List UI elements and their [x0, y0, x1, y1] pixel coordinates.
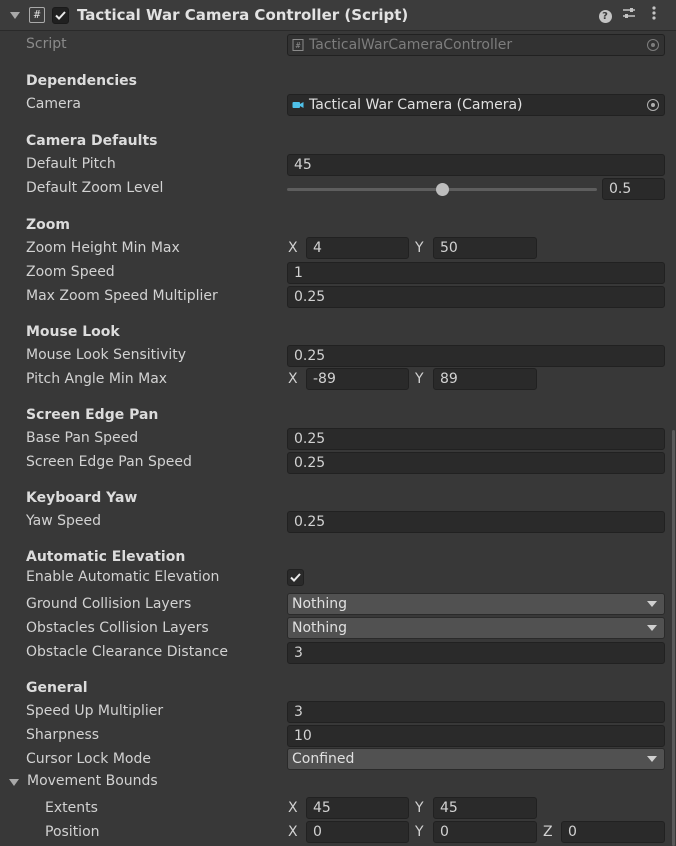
zoom-height-max-input[interactable]: 50 [433, 237, 537, 259]
section-screen-edge-pan: Screen Edge Pan [26, 407, 159, 423]
default-zoom-level-slider-thumb[interactable] [435, 183, 449, 196]
obstacle-clearance-distance-input[interactable]: 3 [287, 642, 665, 664]
ground-collision-layers-dropdown[interactable]: Nothing [287, 593, 665, 615]
yaw-speed-input[interactable]: 0.25 [287, 511, 665, 533]
movement-bounds-label[interactable]: Movement Bounds [27, 773, 158, 789]
component-title: Tactical War Camera Controller (Script) [77, 6, 409, 24]
presets-sliders-icon[interactable] [621, 6, 637, 24]
script-file-icon: # [292, 39, 304, 51]
axis-x-label: X [288, 240, 298, 256]
axis-y-label: Y [415, 240, 424, 256]
component-enabled-toggle[interactable] [52, 7, 69, 24]
section-automatic-elevation: Automatic Elevation [26, 549, 186, 565]
zoom-height-min-max-label: Zoom Height Min Max [26, 240, 180, 256]
zoom-height-min-input[interactable]: 4 [306, 237, 409, 259]
screen-edge-pan-speed-input[interactable]: 0.25 [287, 452, 665, 474]
default-pitch-input[interactable]: 45 [287, 154, 665, 176]
script-field-value: TacticalWarCameraController [309, 37, 513, 53]
component-foldout-icon[interactable] [10, 12, 20, 19]
chevron-down-icon [647, 625, 657, 631]
section-zoom: Zoom [26, 217, 70, 233]
default-zoom-level-input[interactable]: 0.5 [602, 178, 665, 200]
section-keyboard-yaw: Keyboard Yaw [26, 490, 138, 506]
extents-x-input[interactable]: 45 [306, 797, 409, 819]
camera-label: Camera [26, 96, 81, 112]
script-hash-icon: # [29, 7, 45, 23]
base-pan-speed-input[interactable]: 0.25 [287, 428, 665, 450]
zoom-speed-input[interactable]: 1 [287, 262, 665, 284]
script-field: # TacticalWarCameraController [287, 34, 665, 56]
enable-automatic-elevation-label: Enable Automatic Elevation [26, 569, 220, 585]
checkmark-icon [55, 11, 66, 20]
camera-field-value: Tactical War Camera (Camera) [309, 97, 523, 113]
cursor-lock-mode-value: Confined [292, 751, 355, 767]
mouse-look-sensitivity-input[interactable]: 0.25 [287, 345, 665, 367]
obstacles-collision-layers-label: Obstacles Collision Layers [26, 620, 209, 636]
speed-up-multiplier-input[interactable]: 3 [287, 701, 665, 723]
pitch-angle-min-input[interactable]: -89 [306, 368, 409, 390]
cursor-lock-mode-dropdown[interactable]: Confined [287, 748, 665, 770]
movement-bounds-foldout-icon[interactable] [9, 779, 19, 786]
inspector-scrollbar[interactable] [672, 430, 675, 846]
extents-y-input[interactable]: 45 [433, 797, 537, 819]
ground-collision-layers-label: Ground Collision Layers [26, 596, 192, 612]
section-mouse-look: Mouse Look [26, 324, 120, 340]
axis-x-label: X [288, 371, 298, 387]
max-zoom-speed-multiplier-label: Max Zoom Speed Multiplier [26, 288, 218, 304]
component-header[interactable]: # Tactical War Camera Controller (Script… [0, 0, 676, 31]
position-label: Position [45, 824, 100, 840]
kebab-menu-icon[interactable] [646, 6, 662, 24]
chevron-down-icon [647, 756, 657, 762]
checkmark-icon [290, 573, 301, 582]
section-general: General [26, 680, 88, 696]
enable-automatic-elevation-checkbox[interactable] [287, 569, 304, 586]
svg-text:#: # [296, 41, 301, 50]
base-pan-speed-label: Base Pan Speed [26, 430, 139, 446]
max-zoom-speed-multiplier-input[interactable]: 0.25 [287, 286, 665, 308]
camera-icon [292, 102, 304, 108]
screen-edge-pan-speed-label: Screen Edge Pan Speed [26, 454, 192, 470]
pitch-angle-max-input[interactable]: 89 [433, 368, 537, 390]
camera-field[interactable]: Tactical War Camera (Camera) [287, 94, 665, 116]
default-zoom-level-label: Default Zoom Level [26, 180, 164, 196]
section-camera-defaults: Camera Defaults [26, 133, 158, 149]
extents-label: Extents [45, 800, 98, 816]
axis-x-label: X [288, 800, 298, 816]
default-pitch-label: Default Pitch [26, 156, 116, 172]
script-label: Script [26, 36, 67, 52]
axis-z-label: Z [543, 824, 553, 840]
position-z-input[interactable]: 0 [561, 821, 665, 843]
ground-collision-layers-value: Nothing [292, 596, 348, 612]
cursor-lock-mode-label: Cursor Lock Mode [26, 751, 151, 767]
axis-y-label: Y [415, 371, 424, 387]
object-picker-icon [647, 39, 659, 51]
object-picker-icon[interactable] [647, 99, 659, 111]
position-x-input[interactable]: 0 [306, 821, 409, 843]
chevron-down-icon [647, 601, 657, 607]
sharpness-input[interactable]: 10 [287, 725, 665, 747]
axis-y-label: Y [415, 800, 424, 816]
yaw-speed-label: Yaw Speed [26, 513, 101, 529]
axis-y-label: Y [415, 824, 424, 840]
section-dependencies: Dependencies [26, 73, 138, 89]
mouse-look-sensitivity-label: Mouse Look Sensitivity [26, 347, 187, 363]
position-y-input[interactable]: 0 [433, 821, 537, 843]
obstacles-collision-layers-value: Nothing [292, 620, 348, 636]
obstacles-collision-layers-dropdown[interactable]: Nothing [287, 617, 665, 639]
speed-up-multiplier-label: Speed Up Multiplier [26, 703, 164, 719]
zoom-speed-label: Zoom Speed [26, 264, 115, 280]
pitch-angle-min-max-label: Pitch Angle Min Max [26, 371, 168, 387]
obstacle-clearance-distance-label: Obstacle Clearance Distance [26, 644, 228, 660]
help-icon[interactable]: ? [597, 6, 613, 24]
axis-x-label: X [288, 824, 298, 840]
sharpness-label: Sharpness [26, 727, 100, 743]
